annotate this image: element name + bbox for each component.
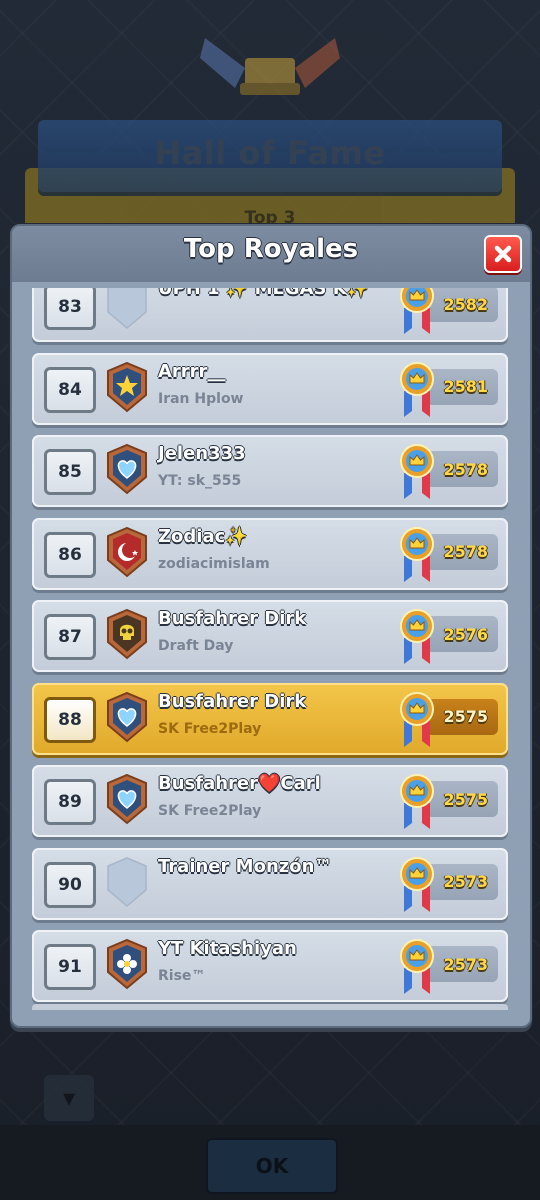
next-row-edge [32, 1004, 508, 1010]
rank-number: 86 [44, 531, 96, 578]
empty-shield-icon [106, 288, 148, 330]
crown-medal-icon [400, 608, 434, 666]
trophy-count: 2576 [426, 616, 498, 652]
rank-number: 88 [44, 696, 96, 743]
hall-of-fame-banner: Hall of Fame [38, 120, 502, 192]
player-row[interactable]: 90 Trainer Monzón™ 2573 [32, 847, 508, 920]
crown-medal-icon [400, 856, 434, 914]
player-row[interactable]: 86 ⁣⁣Zodiac✨⁣⁣ zodiacimislam 2578 [32, 517, 508, 590]
player-name: ⁣⁣Zodiac✨⁣⁣ [158, 525, 248, 547]
clan-name: Iran Hplow [158, 390, 244, 407]
empty-shield-icon [106, 856, 148, 908]
trophy-count: 2578 [426, 451, 498, 487]
crown-medal-icon [400, 691, 434, 749]
flower-shield-icon [106, 938, 148, 990]
rank-number: 85 [44, 449, 96, 495]
rank-number: 91 [44, 944, 96, 990]
player-row[interactable]: 84 Arrrr__ Iran Hplow 2581 [32, 352, 508, 425]
clan-name: Draft Day [158, 638, 234, 654]
crown-medal-icon [400, 938, 434, 996]
leaderboard-list[interactable]: 83 UPH 1 ✨ MEGAS K✨ 2582 84 Arrrr__ Iran Hplo… [22, 288, 518, 1008]
modal-header: Top Royales [12, 226, 530, 282]
scroll-down-button[interactable]: ▾ [44, 1075, 94, 1121]
clan-name: SK Free2Play [158, 803, 262, 819]
rank-number: 87 [44, 614, 96, 660]
player-row[interactable]: 83 UPH 1 ✨ MEGAS K✨ 2582 [32, 288, 508, 342]
player-name: YT Kitashiyan [158, 938, 297, 959]
player-row-current[interactable]: 88 Busfahrer Dirk SK Free2Play 2575 [32, 682, 508, 755]
player-name: Busfahrer❤️Carl [158, 773, 321, 794]
star-shield-icon [106, 361, 148, 413]
crown-medal-icon [400, 773, 434, 831]
clan-name: Rise™ [158, 968, 206, 984]
player-row[interactable]: 89 Busfahrer❤️Carl SK Free2Play 2575 [32, 765, 508, 837]
trophy-count: 2575 [426, 698, 498, 735]
player-name: Trainer Monzón™ [158, 855, 333, 877]
player-name: UPH 1 ✨ MEGAS K✨ [158, 288, 370, 299]
clan-name: SK Free2Play [158, 720, 262, 737]
trophy-count: 2573 [426, 946, 498, 982]
hall-of-fame-title: Hall of Fame [154, 134, 386, 172]
crescent-shield-icon [106, 526, 148, 578]
player-name: Jelen333 [158, 443, 246, 464]
close-button[interactable] [484, 235, 522, 273]
modal-title: Top Royales [183, 234, 359, 264]
top-royales-modal: Top Royales 83 UPH 1 ✨ MEGAS K✨ 2582 84 Arrr… [10, 224, 532, 1028]
trophy-count: 2578 [426, 533, 498, 570]
trophy-count: 2575 [426, 781, 498, 817]
crown-medal-icon [400, 526, 434, 584]
heart-shield-icon [106, 773, 148, 825]
player-row[interactable]: 87 Busfahrer Dirk Draft Day 2576 [32, 600, 508, 672]
rank-number: 90 [44, 861, 96, 908]
heart-shield-icon [106, 443, 148, 495]
trophy-count: 2581 [426, 368, 498, 405]
ok-button[interactable]: OK [206, 1138, 338, 1194]
crown-medal-icon [400, 288, 434, 336]
crown-medal-icon [400, 361, 434, 419]
rank-number: 83 [44, 288, 96, 330]
crown-medal-icon [400, 443, 434, 501]
trophy-count: 2582 [426, 288, 498, 322]
chevron-down-icon: ▾ [62, 1084, 76, 1112]
heart-shield-icon [106, 691, 148, 743]
player-name: Arrrr__ [158, 360, 226, 382]
rank-number: 89 [44, 779, 96, 825]
clan-name: zodiacimislam [158, 555, 270, 572]
player-row[interactable]: 91 YT Kitashiyan Rise™ 2573 [32, 930, 508, 1002]
close-icon [494, 245, 512, 263]
trophy-count: 2573 [426, 863, 498, 900]
player-name: Busfahrer Dirk [158, 690, 307, 712]
skull-shield-icon [106, 608, 148, 660]
clan-name: YT: sk_555 [158, 473, 242, 489]
trophy-decoration-icon [200, 38, 340, 95]
player-row[interactable]: 85 Jelen333 YT: sk_555 2578 [32, 435, 508, 507]
player-name: Busfahrer Dirk [158, 608, 307, 629]
rank-number: 84 [44, 366, 96, 413]
